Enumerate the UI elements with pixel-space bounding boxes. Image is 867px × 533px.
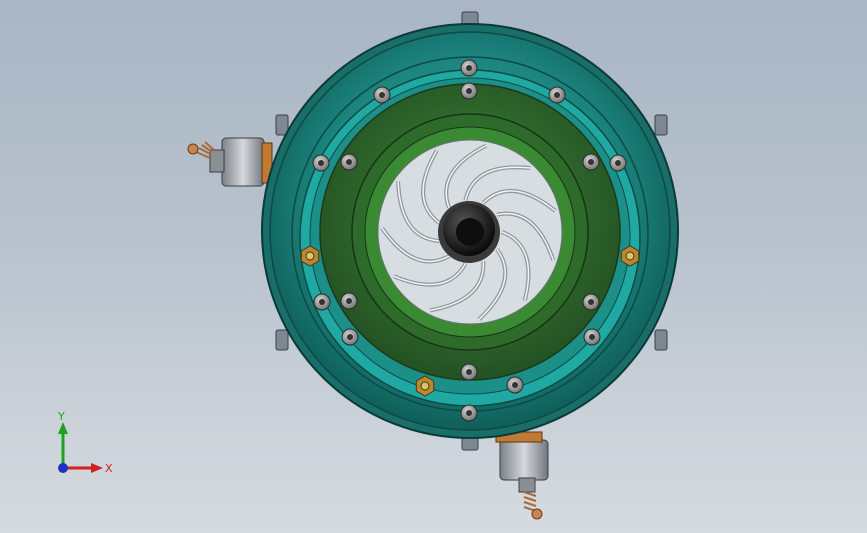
- bolt-socket-icon: [615, 160, 621, 166]
- coordinate-triad[interactable]: Y X: [45, 410, 120, 485]
- bolt-socket-icon: [588, 159, 594, 165]
- bolt-socket-icon: [466, 410, 472, 416]
- z-axis-icon: [58, 463, 68, 473]
- bolt-socket-icon: [466, 65, 472, 71]
- bolt-socket-icon: [346, 298, 352, 304]
- brass-nut-center-icon: [420, 381, 430, 391]
- bolt-socket-icon: [589, 334, 595, 340]
- bolt-socket-icon: [466, 88, 472, 94]
- bolt-socket-icon: [318, 160, 324, 166]
- bolt-socket-icon: [347, 334, 353, 340]
- fitting-bottom[interactable]: [495, 431, 549, 520]
- brass-nut-center-icon: [625, 251, 635, 261]
- y-axis-label: Y: [57, 410, 65, 423]
- graphics-viewport[interactable]: Y X: [0, 0, 867, 533]
- bolt-socket-icon: [554, 92, 560, 98]
- bolt-socket-icon: [319, 299, 325, 305]
- bolt-socket-icon: [379, 92, 385, 98]
- bolt-socket-icon: [346, 159, 352, 165]
- x-arrow-icon: [91, 463, 103, 473]
- y-arrow-icon: [58, 422, 68, 434]
- bolt-socket-icon: [466, 369, 472, 375]
- bolt-socket-icon: [588, 299, 594, 305]
- bolt-socket-icon: [512, 382, 518, 388]
- brass-nut-center-icon: [305, 251, 315, 261]
- compressor-model[interactable]: [0, 0, 867, 533]
- hub-cap[interactable]: [438, 201, 500, 263]
- fitting-left[interactable]: [187, 137, 273, 187]
- x-axis-label: X: [105, 462, 113, 475]
